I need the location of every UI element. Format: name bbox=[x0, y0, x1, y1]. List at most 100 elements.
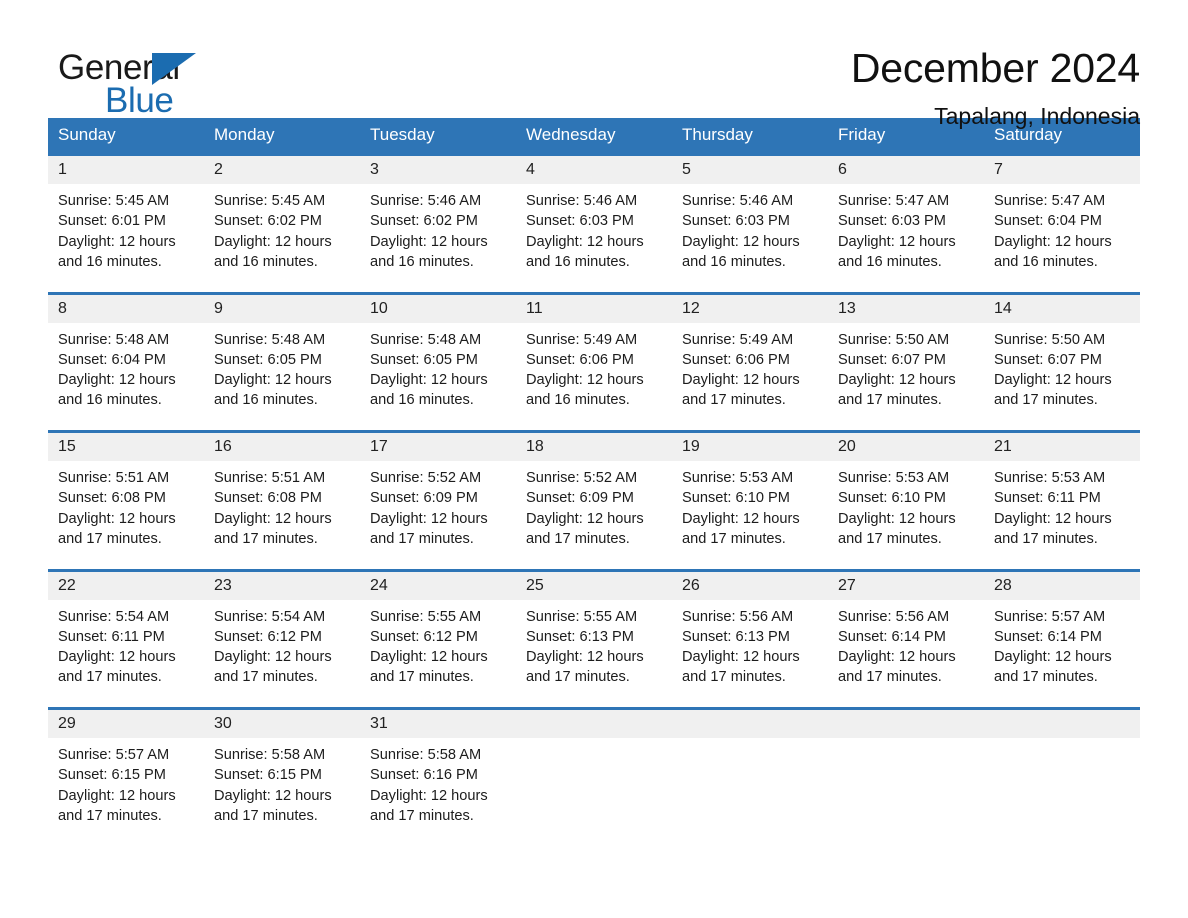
day-number[interactable]: 15 bbox=[48, 430, 204, 461]
sunrise-text: Sunrise: 5:48 AM bbox=[370, 331, 482, 348]
day-cell[interactable]: Sunrise: 5:51 AM Sunset: 6:08 PM Dayligh… bbox=[48, 461, 204, 570]
sunrise-sunset-calendar: Sunday Monday Tuesday Wednesday Thursday… bbox=[48, 118, 1140, 847]
day-cell[interactable]: Sunrise: 5:53 AM Sunset: 6:10 PM Dayligh… bbox=[672, 461, 828, 570]
sunset-text: Sunset: 6:09 PM bbox=[370, 490, 478, 507]
day-cell[interactable]: Sunrise: 5:48 AM Sunset: 6:05 PM Dayligh… bbox=[360, 322, 516, 432]
day-cell[interactable]: Sunrise: 5:47 AM Sunset: 6:04 PM Dayligh… bbox=[984, 184, 1140, 293]
daylight-text-line1: Daylight: 12 hours bbox=[994, 372, 1112, 389]
generalblue-logo[interactable]: General Blue bbox=[58, 44, 218, 120]
day-cell[interactable]: Sunrise: 5:47 AM Sunset: 6:03 PM Dayligh… bbox=[828, 184, 984, 293]
day-number[interactable]: 20 bbox=[828, 430, 984, 461]
day-number[interactable]: 5 bbox=[672, 153, 828, 184]
day-cell[interactable]: Sunrise: 5:46 AM Sunset: 6:02 PM Dayligh… bbox=[360, 184, 516, 293]
sunrise-text: Sunrise: 5:58 AM bbox=[214, 747, 326, 763]
day-number[interactable]: 4 bbox=[516, 153, 672, 184]
day-number-empty bbox=[984, 707, 1140, 738]
day-cell[interactable]: Sunrise: 5:55 AM Sunset: 6:12 PM Dayligh… bbox=[360, 599, 516, 709]
day-cell[interactable]: Sunrise: 5:52 AM Sunset: 6:09 PM Dayligh… bbox=[516, 461, 672, 570]
daylight-text-line2: and 17 minutes. bbox=[994, 530, 1098, 547]
day-number[interactable]: 11 bbox=[516, 291, 672, 323]
day-cell[interactable]: Sunrise: 5:57 AM Sunset: 6:14 PM Dayligh… bbox=[984, 599, 1140, 709]
day-number[interactable]: 7 bbox=[984, 153, 1140, 184]
day-number[interactable]: 26 bbox=[672, 568, 828, 600]
day-cell-empty bbox=[828, 738, 984, 847]
daylight-text-line1: Daylight: 12 hours bbox=[214, 233, 332, 250]
day-number[interactable]: 9 bbox=[204, 291, 360, 323]
sunrise-text: Sunrise: 5:51 AM bbox=[214, 470, 326, 486]
day-cell[interactable]: Sunrise: 5:58 AM Sunset: 6:15 PM Dayligh… bbox=[204, 738, 360, 847]
day-cell[interactable]: Sunrise: 5:46 AM Sunset: 6:03 PM Dayligh… bbox=[516, 184, 672, 293]
daylight-text-line1: Daylight: 12 hours bbox=[214, 787, 332, 804]
day-number[interactable]: 12 bbox=[672, 291, 828, 323]
sunrise-text: Sunrise: 5:49 AM bbox=[682, 331, 794, 348]
day-cell[interactable]: Sunrise: 5:57 AM Sunset: 6:15 PM Dayligh… bbox=[48, 738, 204, 847]
day-cell[interactable]: Sunrise: 5:56 AM Sunset: 6:14 PM Dayligh… bbox=[828, 599, 984, 709]
daylight-text-line1: Daylight: 12 hours bbox=[214, 510, 332, 527]
day-cell[interactable]: Sunrise: 5:52 AM Sunset: 6:09 PM Dayligh… bbox=[360, 461, 516, 570]
day-number[interactable]: 10 bbox=[360, 291, 516, 323]
day-number[interactable]: 27 bbox=[828, 568, 984, 600]
sunrise-text: Sunrise: 5:53 AM bbox=[994, 470, 1106, 486]
day-number[interactable]: 28 bbox=[984, 568, 1140, 600]
sunset-text: Sunset: 6:05 PM bbox=[370, 351, 478, 368]
sunrise-text: Sunrise: 5:54 AM bbox=[58, 608, 170, 625]
day-cell[interactable]: Sunrise: 5:53 AM Sunset: 6:10 PM Dayligh… bbox=[828, 461, 984, 570]
day-number[interactable]: 25 bbox=[516, 568, 672, 600]
daylight-text-line2: and 17 minutes. bbox=[838, 530, 942, 547]
week-2-detail-row: Sunrise: 5:48 AM Sunset: 6:04 PM Dayligh… bbox=[48, 322, 1140, 432]
day-cell[interactable]: Sunrise: 5:50 AM Sunset: 6:07 PM Dayligh… bbox=[828, 322, 984, 432]
day-cell[interactable]: Sunrise: 5:49 AM Sunset: 6:06 PM Dayligh… bbox=[672, 322, 828, 432]
day-cell[interactable]: Sunrise: 5:48 AM Sunset: 6:05 PM Dayligh… bbox=[204, 322, 360, 432]
day-cell[interactable]: Sunrise: 5:51 AM Sunset: 6:08 PM Dayligh… bbox=[204, 461, 360, 570]
day-cell[interactable]: Sunrise: 5:55 AM Sunset: 6:13 PM Dayligh… bbox=[516, 599, 672, 709]
day-number[interactable]: 18 bbox=[516, 430, 672, 461]
daylight-text-line1: Daylight: 12 hours bbox=[526, 372, 644, 389]
sunset-text: Sunset: 6:09 PM bbox=[526, 490, 634, 507]
week-5-detail-row: Sunrise: 5:57 AM Sunset: 6:15 PM Dayligh… bbox=[48, 738, 1140, 847]
daylight-text-line2: and 17 minutes. bbox=[526, 669, 630, 686]
day-number[interactable]: 19 bbox=[672, 430, 828, 461]
day-cell[interactable]: Sunrise: 5:54 AM Sunset: 6:12 PM Dayligh… bbox=[204, 599, 360, 709]
day-cell[interactable]: Sunrise: 5:45 AM Sunset: 6:01 PM Dayligh… bbox=[48, 184, 204, 293]
day-number[interactable]: 24 bbox=[360, 568, 516, 600]
daylight-text-line2: and 17 minutes. bbox=[58, 530, 162, 547]
sunrise-text: Sunrise: 5:53 AM bbox=[682, 470, 794, 486]
day-number[interactable]: 23 bbox=[204, 568, 360, 600]
day-number[interactable]: 21 bbox=[984, 430, 1140, 461]
day-number[interactable]: 30 bbox=[204, 707, 360, 738]
day-number[interactable]: 3 bbox=[360, 153, 516, 184]
day-cell[interactable]: Sunrise: 5:45 AM Sunset: 6:02 PM Dayligh… bbox=[204, 184, 360, 293]
sunrise-text: Sunrise: 5:47 AM bbox=[838, 193, 950, 209]
day-cell[interactable]: Sunrise: 5:49 AM Sunset: 6:06 PM Dayligh… bbox=[516, 322, 672, 432]
daylight-text-line1: Daylight: 12 hours bbox=[58, 372, 176, 389]
day-number[interactable]: 22 bbox=[48, 568, 204, 600]
day-number[interactable]: 16 bbox=[204, 430, 360, 461]
day-number[interactable]: 14 bbox=[984, 291, 1140, 323]
daylight-text-line1: Daylight: 12 hours bbox=[838, 372, 956, 389]
day-number[interactable]: 17 bbox=[360, 430, 516, 461]
daylight-text-line1: Daylight: 12 hours bbox=[58, 233, 176, 250]
day-number[interactable]: 2 bbox=[204, 153, 360, 184]
sunset-text: Sunset: 6:16 PM bbox=[370, 767, 478, 784]
day-number[interactable]: 13 bbox=[828, 291, 984, 323]
day-cell[interactable]: Sunrise: 5:48 AM Sunset: 6:04 PM Dayligh… bbox=[48, 322, 204, 432]
day-cell[interactable]: Sunrise: 5:54 AM Sunset: 6:11 PM Dayligh… bbox=[48, 599, 204, 709]
day-cell[interactable]: Sunrise: 5:56 AM Sunset: 6:13 PM Dayligh… bbox=[672, 599, 828, 709]
weekday-header-thursday: Thursday bbox=[672, 118, 828, 155]
day-number[interactable]: 8 bbox=[48, 291, 204, 323]
sunset-text: Sunset: 6:01 PM bbox=[58, 213, 166, 230]
daylight-text-line2: and 16 minutes. bbox=[838, 253, 942, 270]
daylight-text-line2: and 17 minutes. bbox=[58, 807, 162, 824]
day-cell[interactable]: Sunrise: 5:50 AM Sunset: 6:07 PM Dayligh… bbox=[984, 322, 1140, 432]
day-cell[interactable]: Sunrise: 5:58 AM Sunset: 6:16 PM Dayligh… bbox=[360, 738, 516, 847]
day-number[interactable]: 6 bbox=[828, 153, 984, 184]
daylight-text-line2: and 17 minutes. bbox=[838, 669, 942, 686]
daylight-text-line2: and 17 minutes. bbox=[994, 392, 1098, 409]
day-number[interactable]: 31 bbox=[360, 707, 516, 738]
day-number[interactable]: 29 bbox=[48, 707, 204, 738]
sunset-text: Sunset: 6:02 PM bbox=[214, 213, 322, 230]
day-cell[interactable]: Sunrise: 5:53 AM Sunset: 6:11 PM Dayligh… bbox=[984, 461, 1140, 570]
day-cell[interactable]: Sunrise: 5:46 AM Sunset: 6:03 PM Dayligh… bbox=[672, 184, 828, 293]
day-number[interactable]: 1 bbox=[48, 153, 204, 184]
daylight-text-line2: and 17 minutes. bbox=[214, 530, 318, 547]
